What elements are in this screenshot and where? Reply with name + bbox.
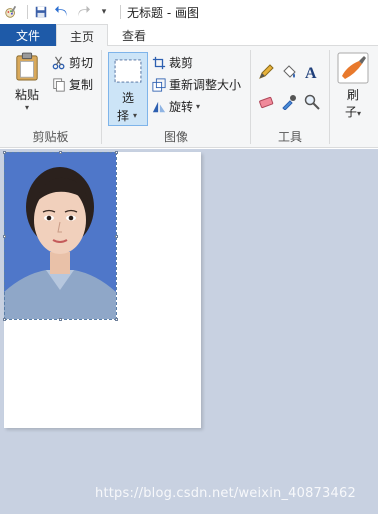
tools-group-label: 工具 [277, 130, 302, 144]
resize-handle[interactable] [59, 151, 62, 154]
separator [120, 5, 121, 19]
paste-label: 粘贴 [14, 88, 39, 102]
save-icon[interactable] [32, 3, 50, 21]
title-bar: ▾ 无标题 - 画图 [0, 0, 378, 24]
resize-handle[interactable] [3, 235, 6, 238]
portrait-image [4, 152, 116, 319]
chevron-down-icon: ▾ [133, 111, 138, 120]
resize-handle[interactable] [115, 318, 118, 321]
brushes-label-bottom: 子▾ [344, 105, 362, 119]
resize-handle[interactable] [3, 151, 6, 154]
paint-app-icon[interactable] [2, 3, 20, 21]
canvas-workspace[interactable] [0, 149, 378, 514]
copy-icon [53, 77, 65, 92]
text-icon[interactable]: A [303, 63, 321, 81]
eraser-icon[interactable] [257, 93, 275, 111]
ribbon-tabs: 文件 主页 查看 [0, 24, 378, 47]
resize-icon [152, 77, 166, 92]
cut-label: 剪切 [69, 56, 94, 70]
resize-label: 重新调整大小 [169, 78, 242, 92]
fill-bucket-icon[interactable] [280, 63, 298, 81]
tab-file[interactable]: 文件 [0, 24, 56, 46]
window-title: 无标题 - 画图 [127, 5, 199, 20]
rotate-icon [152, 101, 166, 112]
resize-handle[interactable] [3, 318, 6, 321]
tab-view[interactable]: 查看 [108, 24, 160, 47]
cut-button[interactable]: 剪切 [52, 54, 93, 71]
watermark-text: https://blog.csdn.net/weixin_40873462 [95, 486, 356, 501]
separator [27, 5, 28, 19]
chevron-down-icon: ▾ [24, 103, 29, 112]
resize-handle[interactable] [115, 235, 118, 238]
brushes-button[interactable]: 刷 子▾ [336, 52, 370, 120]
select-button[interactable]: 选 择 ▾ [108, 52, 148, 126]
chevron-down-icon: ▾ [357, 109, 362, 118]
clipboard-group-label: 剪贴板 [32, 130, 69, 144]
magnifier-icon[interactable] [303, 93, 321, 111]
pencil-icon[interactable] [257, 63, 275, 81]
svg-text:A: A [305, 65, 317, 80]
crop-icon [152, 56, 166, 69]
drawing-canvas[interactable] [3, 151, 201, 428]
color-picker-icon[interactable] [280, 93, 298, 111]
crop-label: 裁剪 [169, 56, 194, 70]
rotate-label: 旋转 [169, 100, 194, 114]
image-group: 选 择 ▾ 裁剪 重新调整大小 旋转 ▾ 图像 [102, 46, 250, 148]
portrait-photo[interactable] [4, 152, 116, 319]
copy-button[interactable]: 复制 [52, 76, 93, 93]
paste-button[interactable]: 粘贴 ▾ [10, 52, 44, 112]
scissors-icon [52, 56, 65, 69]
tab-home[interactable]: 主页 [56, 24, 108, 47]
rotate-button[interactable]: 旋转 ▾ [152, 98, 200, 115]
resize-handle[interactable] [115, 151, 118, 154]
brushes-label-top: 刷 [346, 88, 359, 102]
tools-group: A 工具 [251, 46, 329, 148]
select-label-top: 选 [122, 91, 135, 105]
clipboard-group: 粘贴 ▾ 剪切 复制 剪贴板 [0, 46, 101, 148]
select-label-bottom: 择 [117, 109, 130, 123]
paste-icon [16, 52, 38, 81]
resize-button[interactable]: 重新调整大小 [152, 76, 241, 93]
image-group-label: 图像 [163, 130, 188, 144]
crop-button[interactable]: 裁剪 [152, 54, 193, 71]
ribbon: 粘贴 ▾ 剪切 复制 剪贴板 选 择 ▾ 裁剪 重新调整大小 旋转 ▾ 图像 A… [0, 46, 378, 148]
resize-handle[interactable] [59, 318, 62, 321]
copy-label: 复制 [69, 78, 94, 92]
undo-icon[interactable] [53, 3, 71, 21]
brushes-group: 刷 子▾ [330, 46, 378, 148]
customize-quick-access-icon[interactable]: ▾ [95, 3, 113, 21]
brush-icon [337, 52, 369, 84]
chevron-down-icon: ▾ [196, 102, 201, 111]
selection-icon [114, 59, 142, 83]
redo-icon[interactable] [74, 3, 92, 21]
